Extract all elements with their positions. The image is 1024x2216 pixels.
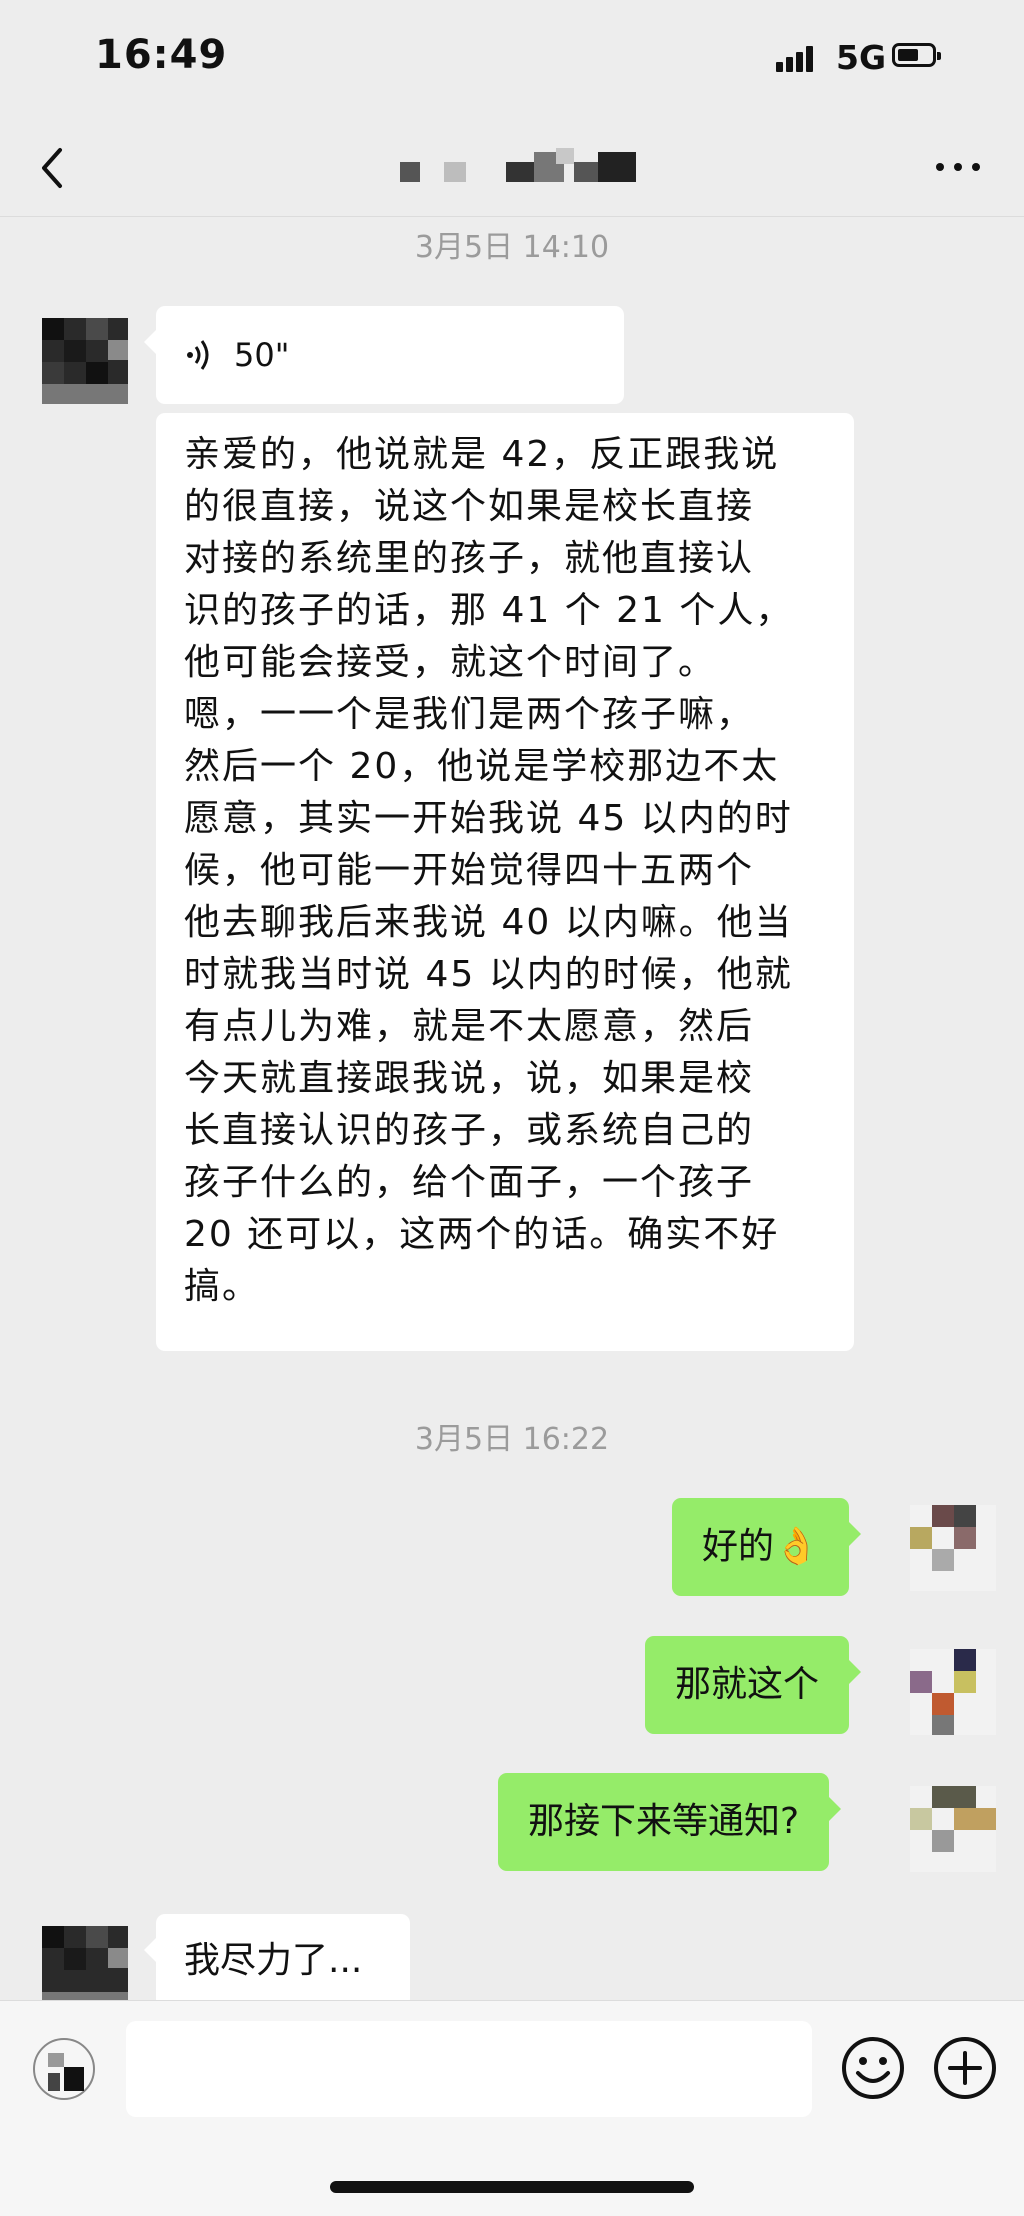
message-bubble-outgoing: 那接下来等通知? — [498, 1773, 842, 1871]
emoji-icon — [842, 2037, 904, 2099]
message-bubble-incoming: 亲爱的，他说就是 42，反正跟我说 的很直接，说这个如果是校长直接 对接的系统里… — [156, 413, 854, 1351]
message-bubble-incoming: 我尽力了... — [144, 1914, 410, 2008]
back-button[interactable] — [30, 138, 90, 198]
chat-title-pixelated — [400, 148, 640, 192]
voice-message[interactable]: 50" — [144, 306, 624, 404]
emoji-button[interactable] — [838, 2033, 908, 2103]
voice-duration: 50" — [234, 336, 290, 374]
voice-toggle-icon — [33, 2038, 95, 2100]
nav-bar — [0, 120, 1024, 217]
message-text: 那接下来等通知? — [528, 1801, 800, 1842]
timestamp: 3月5日 14:10 — [414, 230, 610, 265]
network-label: 5G — [836, 38, 887, 77]
status-bar: 16:49 5G — [0, 0, 1024, 120]
my-avatar[interactable] — [910, 1505, 996, 1591]
more-icon — [936, 163, 980, 171]
message-input[interactable] — [126, 2021, 812, 2117]
plus-button[interactable] — [930, 2033, 1000, 2103]
my-avatar[interactable] — [910, 1786, 996, 1872]
message-text: 好的👌 — [702, 1526, 819, 1567]
home-indicator — [330, 2181, 694, 2193]
battery-icon — [892, 43, 941, 67]
message-bubble-outgoing: 那就这个 — [645, 1636, 862, 1734]
timestamp: 3月5日 16:22 — [414, 1422, 610, 1457]
message-text: 那就这个 — [675, 1664, 820, 1705]
my-avatar[interactable] — [910, 1649, 996, 1735]
more-button[interactable] — [928, 142, 988, 192]
status-time: 16:49 — [95, 32, 228, 78]
message-bubble-outgoing: 好的👌 — [672, 1498, 861, 1596]
chevron-left-icon — [42, 148, 62, 188]
input-bar — [0, 2000, 1024, 2216]
avatar[interactable] — [42, 318, 128, 404]
plus-icon — [934, 2037, 996, 2099]
voice-toggle-button[interactable] — [24, 2033, 104, 2105]
voice-wave-icon — [187, 340, 209, 370]
signal-icon — [776, 46, 816, 72]
message-text: 我尽力了... — [184, 1940, 363, 1981]
